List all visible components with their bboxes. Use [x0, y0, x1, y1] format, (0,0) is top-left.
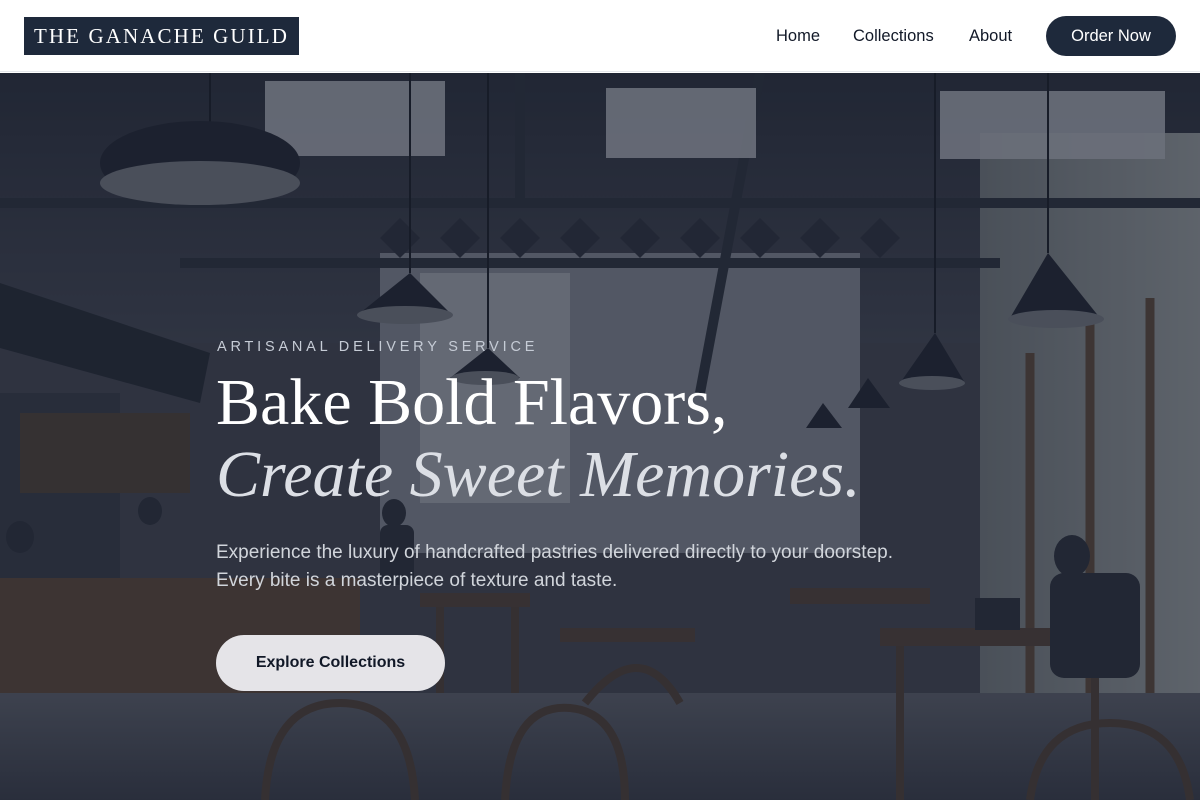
explore-collections-button[interactable]: Explore Collections [216, 635, 445, 691]
hero-headline: Bake Bold Flavors, Create Sweet Memories… [216, 367, 976, 511]
hero-section: ARTISANAL DELIVERY SERVICE Bake Bold Fla… [0, 73, 1200, 800]
nav-link-about[interactable]: About [969, 26, 1012, 46]
hero-headline-line1: Bake Bold Flavors, [216, 366, 728, 439]
brand-logo[interactable]: THE GANACHE GUILD [24, 17, 299, 55]
order-now-button[interactable]: Order Now [1046, 16, 1176, 56]
nav-link-collections[interactable]: Collections [853, 26, 934, 46]
hero-eyebrow: ARTISANAL DELIVERY SERVICE [217, 339, 539, 355]
hero-subtext: Experience the luxury of handcrafted pas… [216, 542, 893, 591]
nav-link-home[interactable]: Home [776, 26, 820, 46]
navbar: THE GANACHE GUILD Home Collections About… [0, 0, 1200, 72]
hero-headline-line2: Create Sweet Memories. [216, 438, 861, 511]
